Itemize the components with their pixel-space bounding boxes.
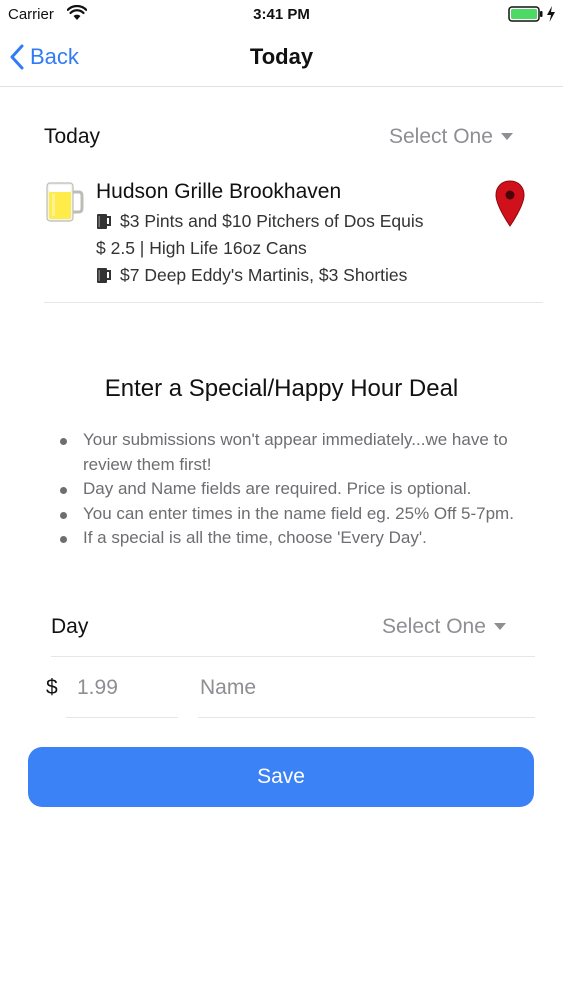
- today-label: Today: [44, 125, 101, 148]
- name-underline: [198, 717, 535, 718]
- caret-down-icon: [493, 623, 506, 630]
- day-dropdown-placeholder: Select One: [382, 615, 486, 638]
- venue-card[interactable]: Hudson Grille Brookhaven $3 Pints and $1…: [44, 176, 543, 303]
- navigation-bar: Back Today: [0, 30, 563, 87]
- special-item: $3 Pints and $10 Pitchers of Dos Equis: [96, 211, 424, 232]
- map-pin-icon[interactable]: [494, 180, 526, 228]
- save-button[interactable]: Save: [28, 747, 534, 807]
- form-heading: Enter a Special/Happy Hour Deal: [104, 375, 459, 402]
- special-text: $ 2.5 | High Life 16oz Cans: [96, 238, 307, 258]
- day-dropdown[interactable]: Select One: [382, 615, 506, 639]
- venue-name: Hudson Grille Brookhaven: [96, 180, 342, 203]
- special-item: $ 2.5 | High Life 16oz Cans: [96, 238, 307, 259]
- caret-down-icon: [500, 133, 513, 140]
- charging-icon: [547, 6, 555, 22]
- divider: [51, 656, 535, 657]
- instruction-item: Your submissions won't appear immediatel…: [58, 428, 538, 477]
- status-time: 3:41 PM: [253, 6, 310, 23]
- day-label: Day: [51, 615, 89, 638]
- beer-icon: [97, 268, 111, 283]
- status-bar: Carrier 3:41 PM: [0, 0, 563, 30]
- day-filter-placeholder: Select One: [389, 125, 493, 148]
- special-item: $7 Deep Eddy's Martinis, $3 Shorties: [96, 265, 407, 286]
- currency-symbol: $: [46, 676, 58, 699]
- price-underline: [66, 717, 178, 718]
- instruction-item: If a special is all the time, choose 'Ev…: [58, 526, 538, 551]
- special-text: $3 Pints and $10 Pitchers of Dos Equis: [120, 211, 424, 231]
- battery-icon: [508, 6, 543, 22]
- name-input[interactable]: [200, 673, 534, 703]
- beer-mug-icon: [46, 182, 84, 222]
- instruction-item: You can enter times in the name field eg…: [58, 502, 538, 527]
- day-filter-dropdown[interactable]: Select One: [389, 125, 513, 149]
- price-input[interactable]: [77, 673, 177, 703]
- instructions-list: Your submissions won't appear immediatel…: [58, 428, 538, 551]
- instruction-item: Day and Name fields are required. Price …: [58, 477, 538, 502]
- page-title: Today: [249, 44, 314, 69]
- beer-icon: [97, 214, 111, 229]
- special-text: $7 Deep Eddy's Martinis, $3 Shorties: [120, 265, 408, 285]
